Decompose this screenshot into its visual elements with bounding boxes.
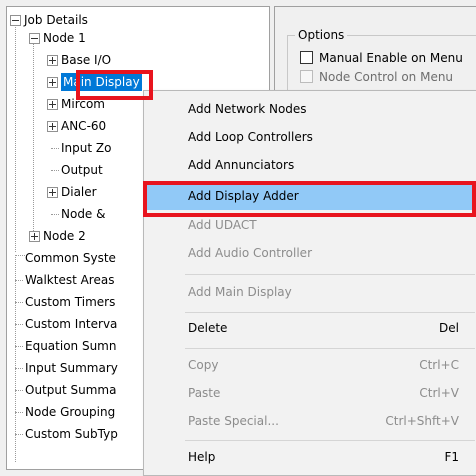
tree-guide-line [15, 434, 23, 435]
tree-item-label: Output [61, 163, 103, 177]
tree-item-label: Custom SubTyp [25, 427, 118, 441]
menu-item-label: Add Loop Controllers [188, 130, 313, 144]
menu-item-shortcut: Ctrl+V [419, 386, 459, 400]
tree-guide-line [15, 346, 23, 347]
tree-guide-line [51, 148, 59, 149]
tree-item-label: Custom Interva [25, 317, 118, 331]
manual-enable-checkbox[interactable]: Manual Enable on Menu [300, 50, 463, 66]
tree-guide-line [51, 214, 59, 215]
menu-item-label: Help [188, 450, 216, 464]
menu-separator [185, 440, 475, 441]
tree-item-job-details[interactable]: Job Details [7, 11, 269, 29]
menu-item-label: Paste Special... [188, 414, 279, 428]
menu-separator [185, 312, 475, 313]
tree-item-label: Node Grouping [25, 405, 116, 419]
menu-item-delete[interactable]: Delete Del [145, 314, 476, 342]
menu-item-label: Delete [188, 321, 228, 335]
tree-item-label: Input Summary [25, 361, 118, 375]
tree-item-label: Equation Sumn [25, 339, 117, 353]
expand-icon[interactable] [29, 231, 40, 242]
expand-icon[interactable] [47, 121, 58, 132]
options-legend: Options [295, 28, 348, 42]
menu-item-add-loop-controllers[interactable]: Add Loop Controllers [145, 123, 476, 151]
collapse-icon[interactable] [10, 15, 21, 26]
menu-separator [185, 348, 475, 349]
menu-item-add-network-nodes[interactable]: Add Network Nodes [145, 95, 476, 123]
tree-item-label: Input Zo [61, 141, 112, 155]
menu-item-copy: Copy Ctrl+C [145, 351, 476, 379]
menu-item-label: Paste [188, 386, 221, 400]
tree-item-node1[interactable]: Node 1 [7, 29, 269, 47]
menu-item-shortcut: Ctrl+C [419, 358, 459, 372]
expand-icon[interactable] [47, 77, 58, 88]
tree-item-label: Custom Timers [25, 295, 116, 309]
menu-item-shortcut: Ctrl+Shft+V [385, 414, 459, 428]
menu-item-label: Add Annunciators [188, 158, 295, 172]
annotation-box-add-display-adder [143, 181, 476, 217]
menu-separator [185, 274, 475, 275]
tree-item-label: Job Details [24, 13, 88, 27]
tree-item-label: Base I/O [61, 53, 112, 67]
menu-item-paste-special: Paste Special... Ctrl+Shft+V [145, 407, 476, 435]
manual-enable-label: Manual Enable on Menu [319, 51, 463, 65]
node-control-checkbox: Node Control on Menu [300, 69, 453, 85]
menu-item-paste: Paste Ctrl+V [145, 379, 476, 407]
menu-item-add-audio-controller: Add Audio Controller [145, 239, 476, 267]
node-control-label: Node Control on Menu [319, 70, 454, 84]
menu-item-add-main-display: Add Main Display [145, 278, 476, 306]
tree-guide-line [15, 324, 23, 325]
expand-icon[interactable] [47, 55, 58, 66]
tree-item-label: Dialer [61, 185, 97, 199]
annotation-box-main-display [76, 70, 153, 100]
collapse-icon[interactable] [29, 33, 40, 44]
tree-item-label: Node 2 [43, 229, 86, 243]
expand-icon[interactable] [47, 187, 58, 198]
tree-item-label: Node 1 [43, 31, 86, 45]
menu-item-shortcut: F1 [444, 450, 459, 464]
expand-icon[interactable] [47, 99, 58, 110]
tree-item-label: ANC-60 [61, 119, 107, 133]
context-menu: Add Network Nodes Add Loop Controllers A… [143, 90, 476, 476]
menu-item-label: Add Audio Controller [188, 246, 312, 260]
tree-item-base-io[interactable]: Base I/O [7, 51, 269, 69]
tree-item-label: Output Summa [25, 383, 117, 397]
tree-item-label: Node & [61, 207, 106, 221]
tree-item-label: Common Syste [25, 251, 116, 265]
tree-guide-line [51, 170, 59, 171]
tree-guide-line [15, 280, 23, 281]
checkbox-icon [300, 70, 313, 83]
menu-item-add-annunciators[interactable]: Add Annunciators [145, 151, 476, 179]
tree-guide-line [15, 368, 23, 369]
menu-item-label: Add Network Nodes [188, 102, 307, 116]
tree-guide-line [15, 302, 23, 303]
menu-item-shortcut: Del [439, 321, 459, 335]
tree-guide-line [15, 412, 23, 413]
menu-item-help[interactable]: Help F1 [145, 443, 476, 471]
tree-guide-line [15, 390, 23, 391]
tree-item-label: Walktest Areas [25, 273, 115, 287]
menu-item-label: Add Main Display [188, 285, 292, 299]
checkbox-icon[interactable] [300, 51, 313, 64]
menu-item-label: Copy [188, 358, 219, 372]
